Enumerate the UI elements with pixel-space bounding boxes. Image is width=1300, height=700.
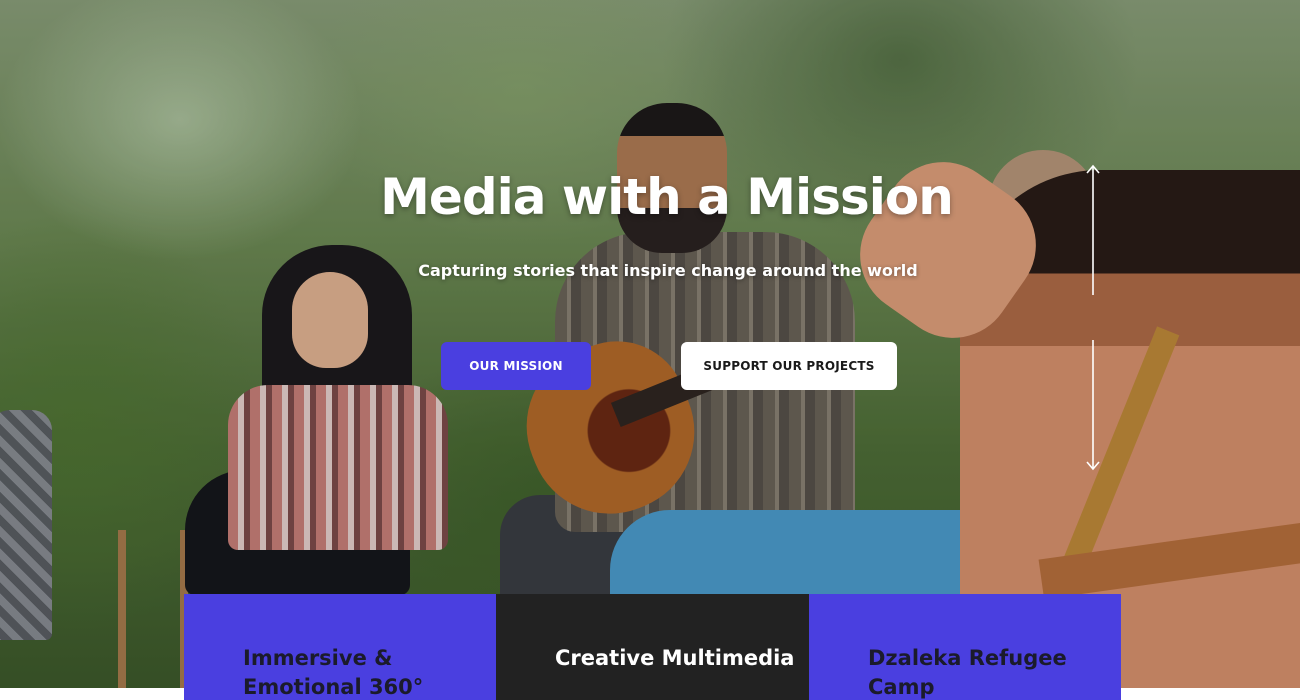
feature-card-immersive[interactable]: Immersive & Emotional 360° [184,594,496,700]
support-our-projects-button[interactable]: SUPPORT OUR PROJECTS [681,342,897,390]
scroll-up-down-icon[interactable] [1084,163,1102,473]
feature-card-dzaleka[interactable]: Dzaleka Refugee Camp [809,594,1121,700]
hero-title: Media with a Mission [380,168,954,226]
hero-overlay [0,0,1300,688]
hero-section: Media with a Mission Capturing stories t… [0,0,1300,688]
hero-subtitle: Capturing stories that inspire change ar… [418,261,918,280]
feature-card-creative-multimedia[interactable]: Creative Multimedia [496,594,809,700]
our-mission-button[interactable]: OUR MISSION [441,342,591,390]
feature-cards: Immersive & Emotional 360° Creative Mult… [184,594,1121,700]
